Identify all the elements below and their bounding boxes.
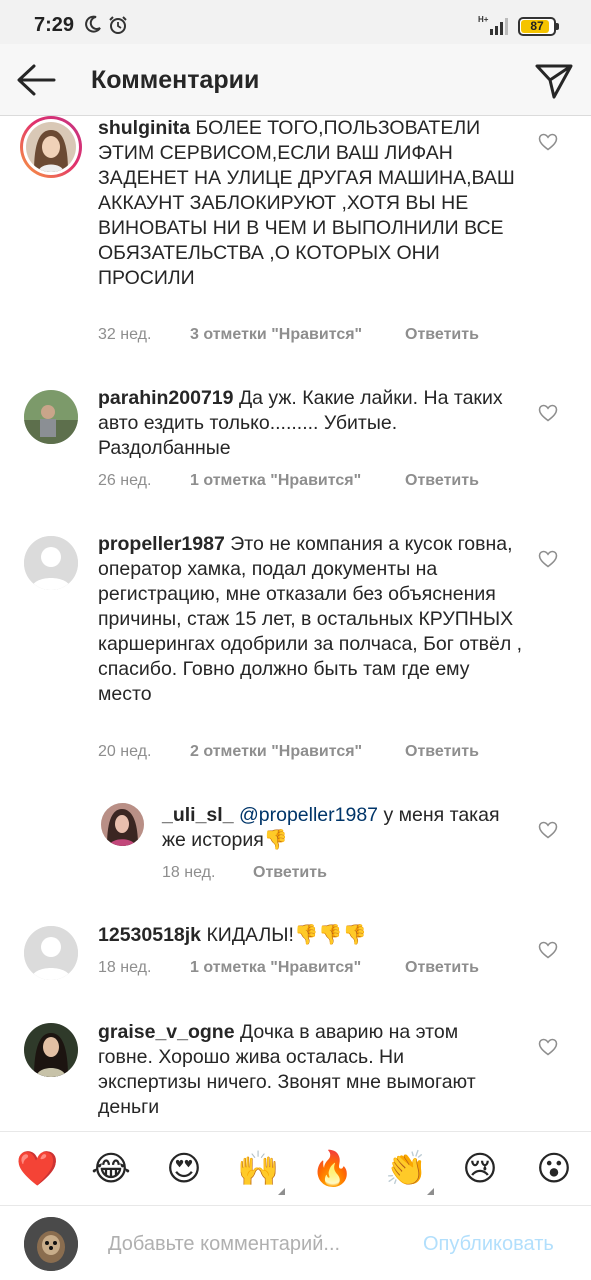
comment-composer: Опубликовать	[0, 1205, 591, 1280]
skin-tone-indicator	[427, 1188, 434, 1195]
comment-meta: 20 нед. 2 отметки "Нравится" Ответить	[98, 743, 479, 761]
alarm-clock-icon	[109, 16, 127, 34]
emoji-quick-bar: ❤️ 😂 😍 🙌 🔥 👏 😢 😮	[0, 1131, 591, 1205]
surprised-face-emoji-icon[interactable]: 😮	[533, 1148, 575, 1190]
comment-time: 32 нед.	[98, 326, 152, 343]
comment-meta: 26 нед. 1 отметка "Нравится" Ответить	[98, 472, 479, 490]
like-heart-icon[interactable]	[538, 550, 558, 568]
reply-button[interactable]: Ответить	[405, 743, 479, 761]
heart-eyes-emoji-icon[interactable]: 😍	[163, 1148, 205, 1190]
comment-item: graise_v_ogne Дочка в аварию на этом гов…	[0, 1020, 591, 1130]
app-header: Комментарии	[0, 44, 591, 116]
fire-emoji-icon[interactable]: 🔥	[311, 1148, 353, 1190]
comment-meta: 18 нед. Ответить	[162, 864, 327, 882]
comment-text: shulginita БОЛЕЕ ТОГО,ПОЛЬЗОВАТЕЛИ ЭТИМ …	[98, 116, 538, 291]
comment-mention[interactable]: @propeller1987	[239, 804, 378, 826]
comment-username[interactable]: propeller1987	[98, 533, 225, 555]
avatar[interactable]	[24, 926, 78, 980]
like-heart-icon[interactable]	[538, 404, 558, 422]
comment-username[interactable]: _uli_sl_	[162, 804, 234, 826]
red-heart-emoji-icon[interactable]: ❤️	[16, 1148, 58, 1190]
skin-tone-indicator	[278, 1188, 285, 1195]
raised-hands-emoji-icon[interactable]: 🙌	[237, 1148, 279, 1190]
do-not-disturb-moon-icon	[85, 15, 101, 33]
comment-meta: 32 нед. 3 отметки "Нравится" Ответить	[98, 326, 479, 344]
comment-input[interactable]	[108, 1228, 408, 1260]
comment-likes[interactable]: 2 отметки "Нравится"	[190, 743, 405, 761]
tears-of-joy-emoji-icon[interactable]: 😂	[90, 1148, 132, 1190]
comment-likes[interactable]: 1 отметка "Нравится"	[190, 959, 405, 977]
back-arrow-icon[interactable]	[14, 62, 58, 98]
send-direct-icon[interactable]	[534, 60, 574, 100]
comment-time: 26 нед.	[98, 472, 152, 489]
avatar[interactable]	[24, 536, 78, 590]
comment-username[interactable]: 12530518jk	[98, 924, 201, 946]
battery-percent: 87	[530, 19, 544, 33]
like-heart-icon[interactable]	[538, 821, 558, 839]
comment-body: Это не компания а кусок говна, оператор …	[98, 533, 523, 705]
like-heart-icon[interactable]	[538, 941, 558, 959]
comment-item: shulginita БОЛЕЕ ТОГО,ПОЛЬЗОВАТЕЛИ ЭТИМ …	[0, 116, 591, 356]
comment-time: 18 нед.	[162, 864, 216, 881]
comment-text: _uli_sl_ @propeller1987 у меня такая же …	[162, 803, 527, 853]
avatar[interactable]	[24, 1023, 78, 1077]
comment-item: parahin200719 Да уж. Какие лайки. На так…	[0, 386, 591, 496]
comment-text: parahin200719 Да уж. Какие лайки. На так…	[98, 386, 513, 461]
comment-time: 18 нед.	[98, 959, 152, 976]
page-title: Комментарии	[91, 66, 260, 94]
comment-text: graise_v_ogne Дочка в аварию на этом гов…	[98, 1020, 483, 1120]
like-heart-icon[interactable]	[538, 133, 558, 151]
clapping-hands-emoji-icon[interactable]: 👏	[385, 1148, 427, 1190]
battery-tip	[556, 23, 559, 30]
comment-likes[interactable]: 3 отметки "Нравится"	[190, 326, 405, 344]
status-time: 7:29	[34, 14, 75, 36]
comment-reply-item: _uli_sl_ @propeller1987 у меня такая же …	[0, 803, 591, 893]
signal-strength-icon	[490, 18, 508, 35]
battery-icon: 87	[518, 17, 556, 36]
comment-username[interactable]: parahin200719	[98, 387, 234, 409]
comment-text: propeller1987 Это не компания а кусок го…	[98, 532, 528, 707]
comment-text: 12530518jk КИДАЛЫ!👎👎👎	[98, 923, 528, 948]
current-user-avatar	[24, 1217, 78, 1271]
comment-likes[interactable]: 1 отметка "Нравится"	[190, 472, 405, 490]
comment-time: 20 нед.	[98, 743, 152, 760]
comment-body: КИДАЛЫ!👎👎👎	[206, 924, 367, 946]
like-heart-icon[interactable]	[538, 1038, 558, 1056]
avatar	[26, 122, 76, 172]
crying-face-emoji-icon[interactable]: 😢	[459, 1148, 501, 1190]
reply-button[interactable]: Ответить	[405, 959, 479, 977]
comment-body: БОЛЕЕ ТОГО,ПОЛЬЗОВАТЕЛИ ЭТИМ СЕРВИСОМ,ЕС…	[98, 117, 515, 289]
publish-button[interactable]: Опубликовать	[423, 1233, 554, 1256]
comment-item: 12530518jk КИДАЛЫ!👎👎👎 18 нед. 1 отметка …	[0, 923, 591, 993]
comment-meta: 18 нед. 1 отметка "Нравится" Ответить	[98, 959, 479, 977]
network-type: H+	[478, 15, 489, 24]
comment-item: propeller1987 Это не компания а кусок го…	[0, 532, 591, 772]
comment-username[interactable]: shulginita	[98, 117, 190, 139]
avatar[interactable]	[24, 390, 78, 444]
comment-username[interactable]: graise_v_ogne	[98, 1021, 235, 1043]
avatar[interactable]	[101, 803, 144, 846]
reply-button[interactable]: Ответить	[253, 864, 327, 882]
reply-button[interactable]: Ответить	[405, 472, 479, 490]
status-bar: 7:29 H+ 87	[0, 0, 591, 44]
reply-button[interactable]: Ответить	[405, 326, 479, 344]
avatar-story-ring[interactable]	[20, 116, 82, 178]
